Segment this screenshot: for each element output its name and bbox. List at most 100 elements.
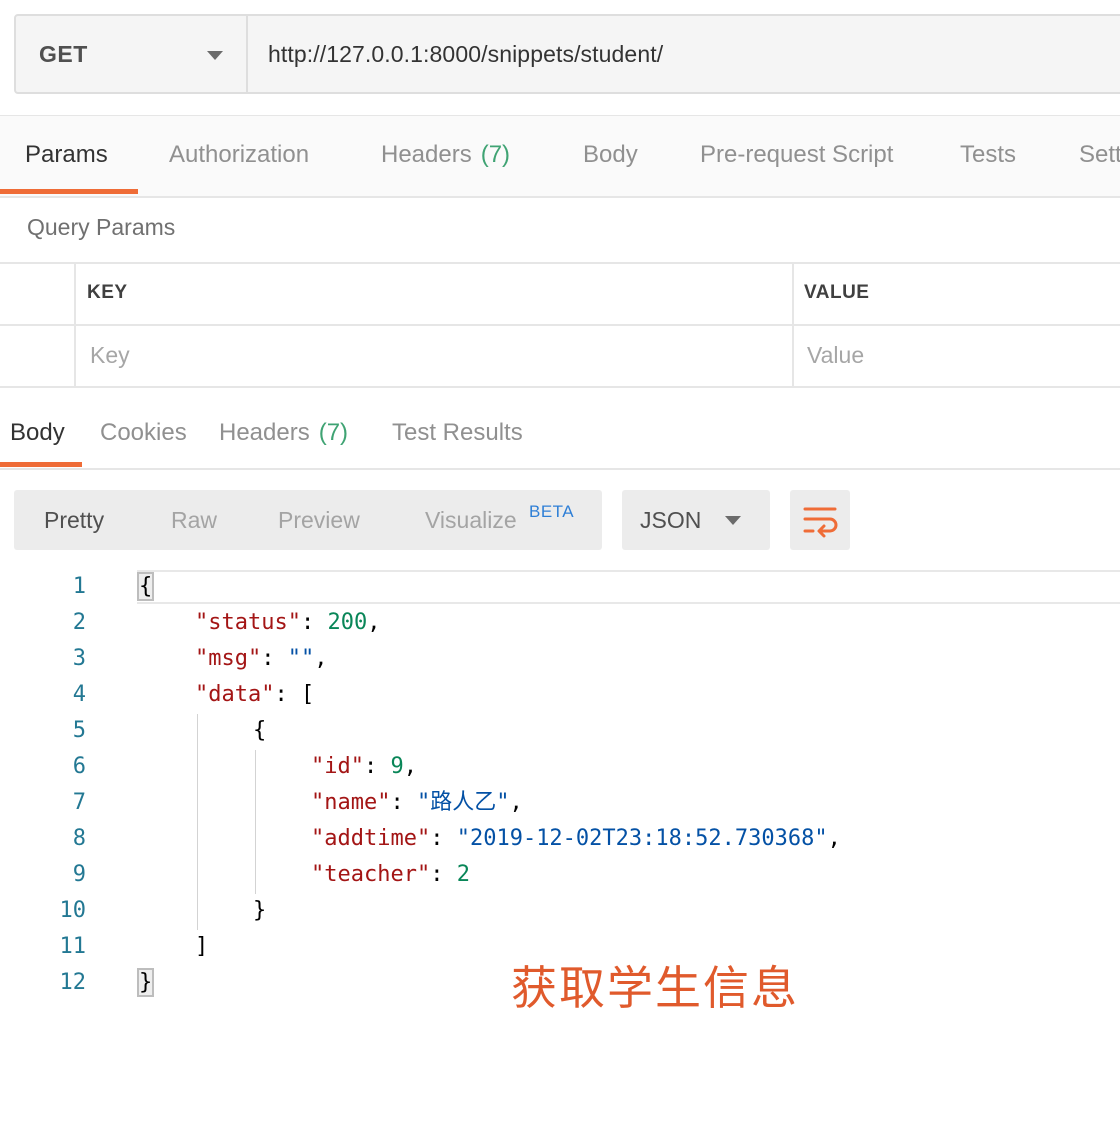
- view-visualize[interactable]: Visualize: [425, 490, 517, 550]
- json-key: "teacher": [311, 862, 431, 887]
- view-raw[interactable]: Raw: [171, 490, 217, 550]
- json-key: "msg": [195, 646, 262, 671]
- tab-params[interactable]: Params: [25, 116, 108, 194]
- code-line: "id": 9,: [311, 754, 417, 779]
- query-params-table: KEY VALUE Key Value: [0, 262, 1120, 388]
- line-number: 5: [72, 718, 86, 743]
- code-line: ]: [195, 934, 209, 959]
- tab-label: Sett: [1079, 141, 1120, 168]
- active-tab-indicator: [0, 189, 138, 194]
- code-line: "name": "路人乙",: [311, 790, 523, 815]
- code-line: }: [253, 898, 267, 923]
- url-text: http://127.0.0.1:8000/snippets/student/: [268, 40, 664, 67]
- json-key: "id": [311, 754, 364, 779]
- request-bar: GET http://127.0.0.1:8000/snippets/stude…: [14, 14, 1120, 94]
- code-line: "addtime": "2019-12-02T23:18:52.730368",: [311, 826, 841, 851]
- tab-response-headers[interactable]: Headers (7): [219, 398, 348, 468]
- tab-label: Headers: [219, 419, 310, 446]
- code-line: "status": 200,: [195, 610, 381, 635]
- code-line: "msg": "",: [195, 646, 328, 671]
- tab-headers[interactable]: Headers (7): [381, 116, 510, 194]
- tab-body[interactable]: Body: [583, 116, 638, 194]
- json-value: "": [287, 646, 315, 671]
- tab-label: Body: [10, 419, 65, 446]
- divider: [0, 386, 1120, 388]
- response-body-editor[interactable]: 1 2 3 4 5 6 7 8 9 10 11 12 { "status": 2…: [0, 568, 1120, 1008]
- json-value: "2019-12-02T23:18:52.730368": [456, 826, 828, 851]
- line-number: 12: [59, 970, 87, 995]
- tab-response-body[interactable]: Body: [10, 398, 65, 468]
- line-number: 7: [72, 790, 86, 815]
- json-key: "addtime": [311, 826, 431, 851]
- tab-label: Body: [583, 141, 638, 168]
- format-label: JSON: [640, 506, 702, 533]
- code-line: {: [253, 718, 267, 743]
- beta-badge: BETA: [529, 502, 575, 521]
- json-value: 9: [390, 754, 404, 779]
- column-divider: [74, 262, 76, 388]
- tab-authorization[interactable]: Authorization: [169, 116, 309, 194]
- chevron-down-icon: [207, 51, 223, 60]
- wrap-lines-icon: [803, 507, 838, 538]
- view-pretty[interactable]: Pretty: [44, 490, 104, 550]
- line-number: 3: [72, 646, 86, 671]
- line-number: 1: [72, 574, 86, 599]
- indent-guide: [255, 750, 256, 894]
- line-number: 10: [59, 898, 87, 923]
- tab-tests[interactable]: Tests: [960, 116, 1016, 194]
- json-value: 2: [456, 862, 470, 887]
- wrap-lines-button[interactable]: [790, 490, 850, 550]
- tab-label: Pre-request Script: [700, 141, 894, 168]
- code-line: }: [136, 968, 155, 997]
- tab-test-results[interactable]: Test Results: [392, 398, 523, 468]
- line-number: 6: [72, 754, 86, 779]
- url-input[interactable]: http://127.0.0.1:8000/snippets/student/: [248, 16, 1120, 92]
- value-input[interactable]: Value: [807, 324, 1107, 386]
- divider: [0, 196, 1120, 198]
- column-header-key: KEY: [87, 282, 128, 303]
- tab-label: Params: [25, 141, 108, 168]
- tab-label: Headers: [381, 141, 472, 168]
- indent-guide: [197, 714, 198, 930]
- line-number: 11: [59, 934, 87, 959]
- tab-count: (7): [318, 419, 349, 446]
- line-number: 9: [72, 862, 86, 887]
- key-input[interactable]: Key: [90, 324, 790, 386]
- json-value: 200: [327, 610, 368, 635]
- tab-label: Test Results: [392, 419, 523, 446]
- code-line: {: [136, 572, 155, 601]
- column-divider: [792, 262, 794, 388]
- response-tabs: Body Cookies Headers (7) Test Results: [0, 398, 1120, 468]
- view-preview[interactable]: Preview: [278, 490, 360, 550]
- line-number: 8: [72, 826, 86, 851]
- query-params-title: Query Params: [27, 214, 176, 240]
- tab-pre-request-script[interactable]: Pre-request Script: [700, 116, 893, 194]
- table-row: Key Value: [0, 324, 1120, 386]
- tab-label: Tests: [960, 141, 1017, 168]
- tab-settings[interactable]: Sett: [1079, 116, 1120, 194]
- tab-label: Authorization: [169, 141, 310, 168]
- request-tabs: Params Authorization Headers (7) Body Pre…: [0, 116, 1120, 196]
- column-header-value: VALUE: [804, 282, 870, 303]
- json-value: "路人乙": [416, 790, 510, 815]
- code-line: "teacher": 2: [311, 862, 470, 887]
- table-header: KEY VALUE: [0, 262, 1120, 324]
- json-key: "name": [311, 790, 391, 815]
- annotation-label: 获取学生信息: [511, 961, 799, 1015]
- json-key: "status": [195, 610, 301, 635]
- current-line-highlight: [137, 570, 1120, 604]
- tab-label: Cookies: [100, 419, 187, 446]
- active-tab-indicator: [0, 462, 82, 467]
- tab-cookies[interactable]: Cookies: [100, 398, 187, 468]
- line-number: 2: [72, 610, 86, 635]
- tab-count: (7): [480, 141, 511, 168]
- method-select[interactable]: GET: [16, 16, 248, 92]
- chevron-down-icon: [725, 516, 741, 525]
- json-key: "data": [195, 682, 275, 707]
- method-label: GET: [39, 40, 88, 67]
- format-select[interactable]: JSON: [622, 490, 770, 550]
- view-mode-selector: Pretty Raw Preview Visualize BETA: [14, 490, 602, 550]
- line-number: 4: [72, 682, 86, 707]
- divider: [0, 468, 1120, 470]
- code-line: "data": [: [195, 682, 315, 707]
